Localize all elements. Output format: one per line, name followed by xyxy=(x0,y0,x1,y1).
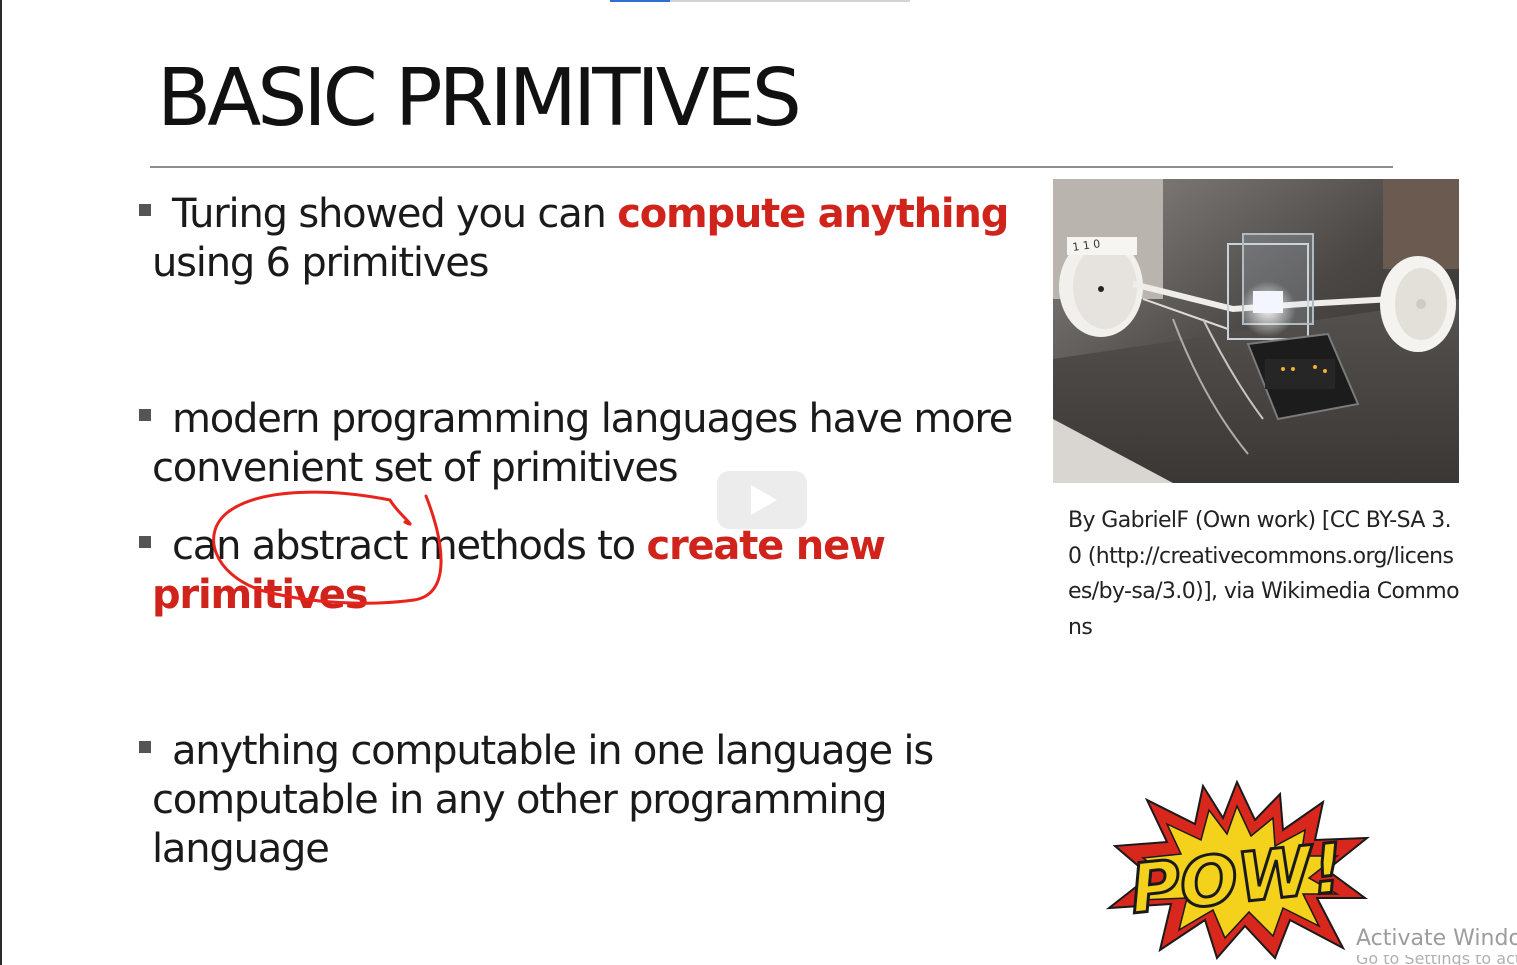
video-play-button[interactable] xyxy=(717,471,807,529)
bullet-marker xyxy=(139,204,151,216)
bullet-turing: Turing showed you can compute anything u… xyxy=(139,190,1052,288)
bullet-highlight: compute anything xyxy=(617,191,1009,237)
bullet-text: Turing showed you can xyxy=(172,191,618,237)
turing-machine-photo: 1 1 0 xyxy=(1053,179,1459,483)
slide: BASIC PRIMITIVES Turing showed you can c… xyxy=(0,0,1517,965)
bullet-marker xyxy=(139,741,151,753)
bullet-modern-languages: modern programming languages have more c… xyxy=(139,395,1032,493)
slide-title: BASIC PRIMITIVES xyxy=(157,52,802,144)
bullet-marker xyxy=(139,409,151,421)
title-divider xyxy=(150,166,1393,168)
bullet-text: anything computable in one language is c… xyxy=(152,728,934,872)
activate-windows-watermark: Activate Windo xyxy=(1356,926,1517,951)
play-icon xyxy=(751,485,777,515)
bullet-text: modern programming languages have more c… xyxy=(152,396,1013,491)
pow-sticker: POW! xyxy=(1105,779,1370,960)
video-progress-fill xyxy=(610,0,670,2)
bullet-text-end: using 6 primitives xyxy=(152,240,489,286)
red-circle-annotation xyxy=(212,490,443,605)
activate-windows-subtext: Go to Settings to activate Windows. xyxy=(1356,955,1517,965)
bullet-marker xyxy=(139,536,151,548)
image-caption: By GabrielF (Own work) [CC BY-SA 3.0 (ht… xyxy=(1068,508,1460,640)
window-left-edge xyxy=(0,0,2,965)
activate-windows-subtext-label: Go to Settings to activate Windows. xyxy=(1356,955,1517,965)
video-progress-bar[interactable] xyxy=(610,0,910,2)
bullet-computability: anything computable in one language is c… xyxy=(139,727,1032,874)
